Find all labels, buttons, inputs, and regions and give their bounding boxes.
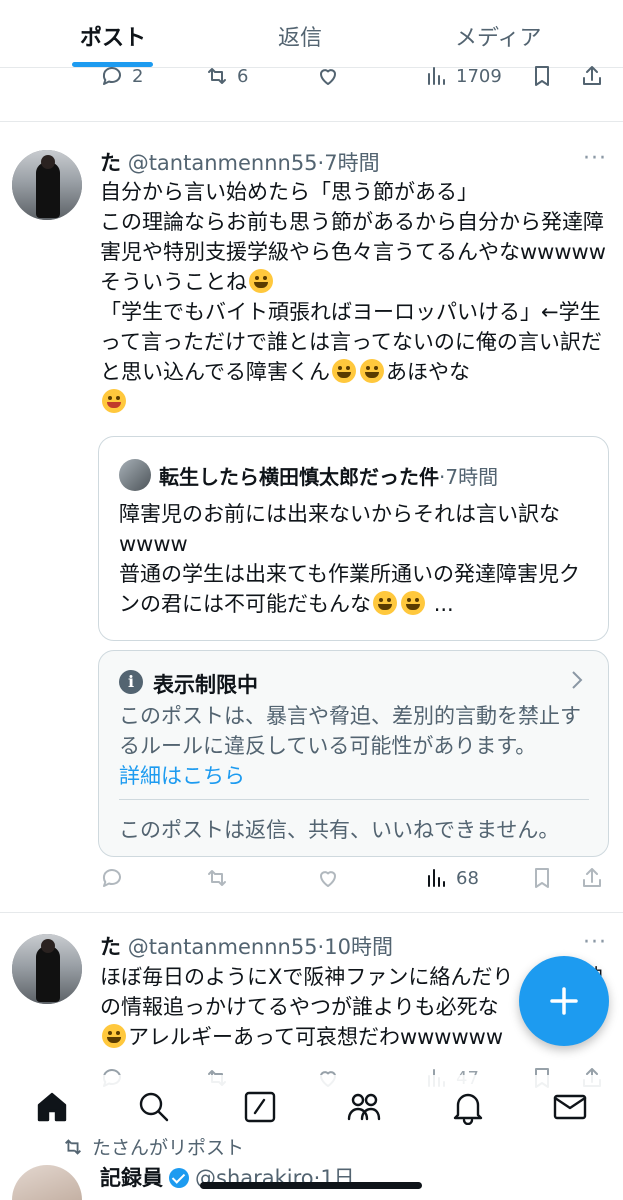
zany-face-emoji-icon xyxy=(102,389,126,413)
timestamp[interactable]: ·7時間 xyxy=(318,151,380,175)
prev-tweet-actions: 2 6 1709 xyxy=(0,56,623,96)
heart-icon xyxy=(320,69,336,85)
plus-icon xyxy=(550,987,578,1015)
reply-button xyxy=(100,858,124,898)
tweet-text-line1: ほぼ毎日のようにXで阪神ファンに絡んだり xyxy=(100,965,514,989)
share-button[interactable] xyxy=(580,56,604,96)
quoted-post[interactable]: 転生したら横田慎太郎だった件·7時間 障害児のお前には出来ないからそれは言い訳な… xyxy=(98,436,609,641)
rofl-emoji-icon xyxy=(331,359,356,383)
nav-search[interactable] xyxy=(136,1089,172,1125)
display-name[interactable]: 記録員 xyxy=(100,1166,163,1190)
repost-button[interactable]: 6 xyxy=(205,56,248,96)
rofl-emoji-icon xyxy=(102,1024,126,1048)
tweet-text: 自分から言い始めたら「思う節がある」 この理論ならお前も思う節があるから自分から… xyxy=(100,177,612,417)
timestamp[interactable]: ·10時間 xyxy=(318,935,393,959)
rofl-emoji-icon xyxy=(359,359,384,383)
divider xyxy=(0,912,623,913)
repost-icon xyxy=(208,870,226,886)
tweet-header: た @tantanmennn55·10時間 xyxy=(100,931,393,961)
avatar[interactable] xyxy=(12,150,82,220)
rofl-emoji-icon xyxy=(373,591,397,615)
quote-display-name: 転生したら横田慎太郎だった件 xyxy=(159,465,439,489)
repost-count: 6 xyxy=(237,65,249,87)
communities-icon xyxy=(347,1093,381,1121)
verified-badge-icon xyxy=(169,1168,189,1188)
notice-divider xyxy=(119,799,589,800)
compose-fab-button[interactable] xyxy=(519,956,609,1046)
bookmark-button xyxy=(530,858,554,898)
bottom-navigation xyxy=(0,1075,623,1139)
info-icon: i xyxy=(119,670,143,694)
nav-notifications[interactable] xyxy=(450,1089,486,1126)
nav-communities[interactable] xyxy=(346,1089,382,1125)
views-count: 1709 xyxy=(456,65,502,87)
quote-text-body: 障害児のお前には出来ないからそれは言い訳なwwww 普通の学生は出来ても作業所通… xyxy=(119,502,580,616)
quote-avatar xyxy=(119,459,151,491)
share-button xyxy=(580,858,604,898)
repost-label: たさんがリポスト xyxy=(62,1133,244,1160)
views-button[interactable]: 68 xyxy=(424,858,479,898)
rofl-emoji-icon xyxy=(401,591,425,615)
tweet-header: た @tantanmennn55·7時間 xyxy=(100,147,380,177)
display-name[interactable]: た xyxy=(100,151,121,175)
tab-media[interactable]: メディア xyxy=(455,20,541,52)
tab-posts[interactable]: ポスト xyxy=(80,20,146,52)
views-button[interactable]: 1709 xyxy=(424,56,502,96)
repost-icon xyxy=(208,68,226,84)
compose-icon xyxy=(244,1091,276,1123)
repost-button xyxy=(205,858,229,898)
quote-text: 障害児のお前には出来ないからそれは言い訳なwwww 普通の学生は出来ても作業所通… xyxy=(119,499,589,619)
quote-header: 転生したら横田慎太郎だった件·7時間 xyxy=(159,461,498,490)
reply-button[interactable]: 2 xyxy=(100,56,143,96)
rofl-emoji-icon xyxy=(249,269,273,293)
reply-icon xyxy=(102,869,121,887)
nav-compose[interactable] xyxy=(242,1089,278,1125)
avatar[interactable] xyxy=(12,934,82,1004)
reply-icon xyxy=(102,67,121,85)
more-options-icon[interactable]: ··· xyxy=(583,146,607,171)
tab-replies[interactable]: 返信 xyxy=(278,20,322,52)
display-name[interactable]: た xyxy=(100,935,121,959)
handle[interactable]: @tantanmennn55 xyxy=(128,935,318,959)
home-indicator[interactable] xyxy=(200,1182,422,1189)
tweet-text-line3-body: アレルギーあって可哀想だわwwwwww xyxy=(128,1025,504,1049)
like-button xyxy=(316,858,340,898)
bookmark-button[interactable] xyxy=(530,56,554,96)
notice-title: 表示制限中 xyxy=(153,673,258,697)
repost-label-text[interactable]: たさんがリポスト xyxy=(92,1137,244,1159)
bookmark-icon xyxy=(535,66,549,86)
quote-ellipsis: ... xyxy=(433,592,454,616)
heart-icon xyxy=(320,871,336,887)
nav-messages[interactable] xyxy=(552,1089,588,1125)
share-icon xyxy=(583,868,601,887)
views-icon xyxy=(428,869,445,887)
quote-timestamp: ·7時間 xyxy=(439,465,499,489)
bell-icon xyxy=(453,1093,483,1126)
reply-count: 2 xyxy=(132,65,144,87)
mail-icon xyxy=(553,1094,587,1120)
tweet-text-part1: 自分から言い始めたら「思う節がある」 この理論ならお前も思う節があるから自分から… xyxy=(100,180,606,294)
tweet-text-part3: あほやな xyxy=(385,360,470,384)
notice-footer: このポストは返信、共有、いいねできません。 xyxy=(119,818,560,842)
repost-icon xyxy=(65,1139,81,1155)
share-icon xyxy=(583,66,601,85)
profile-timeline: ポスト 返信 メディア 2 6 1709 た @tantanmennn55·7時… xyxy=(0,0,623,1200)
like-button[interactable] xyxy=(316,56,340,96)
more-options-icon[interactable]: ··· xyxy=(583,930,607,955)
handle[interactable]: @tantanmennn55 xyxy=(128,151,318,175)
chevron-right-icon xyxy=(572,671,583,689)
notice-body: このポストは、暴言や脅迫、差別的言動を禁止するルールに違反している可能性がありま… xyxy=(119,704,581,758)
nav-home[interactable] xyxy=(34,1089,70,1125)
views-icon xyxy=(428,67,445,85)
divider xyxy=(0,121,623,122)
home-icon xyxy=(37,1092,67,1122)
search-icon xyxy=(139,1092,169,1122)
restriction-notice[interactable]: i 表示制限中 このポストは、暴言や脅迫、差別的言動を禁止するルールに違反してい… xyxy=(98,650,609,857)
avatar[interactable] xyxy=(12,1165,82,1200)
bookmark-icon xyxy=(535,868,549,888)
details-link[interactable]: 詳細はこちら xyxy=(119,761,245,791)
views-count: 68 xyxy=(456,867,479,889)
